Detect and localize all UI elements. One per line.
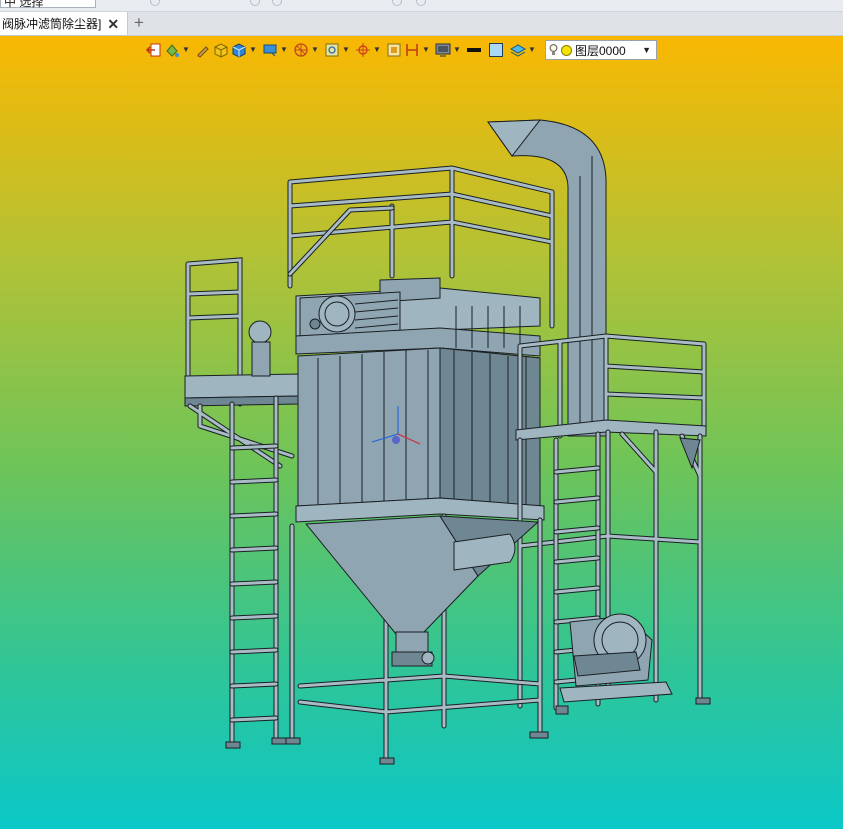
undo-icon[interactable] bbox=[150, 0, 160, 6]
document-tab-label: 阀脉冲滤筒除尘器] bbox=[2, 17, 102, 31]
gear-icon[interactable] bbox=[392, 0, 402, 6]
circle-icon[interactable] bbox=[250, 0, 260, 6]
settings-icon[interactable] bbox=[416, 0, 426, 6]
dust-collector-model[interactable]: .m { fill:#8fa6b2; stroke:#1a1f24; strok… bbox=[0, 36, 843, 829]
arc-icon[interactable] bbox=[272, 0, 282, 6]
selection-filter-input[interactable]: 中 选择 bbox=[0, 0, 96, 9]
3d-viewport[interactable]: ▼ ▼ ▼ ▼ ▼ ▼ ▼ ▼ ▼ 图层0000 ▼ bbox=[0, 36, 843, 829]
document-tab[interactable]: 阀脉冲滤筒除尘器] ✕ bbox=[0, 12, 128, 35]
document-tab-bar: 阀脉冲滤筒除尘器] ✕ + bbox=[0, 12, 843, 36]
top-command-strip: 中 选择 bbox=[0, 0, 843, 12]
new-tab-button[interactable]: + bbox=[134, 13, 144, 33]
close-icon[interactable]: ✕ bbox=[107, 17, 119, 31]
